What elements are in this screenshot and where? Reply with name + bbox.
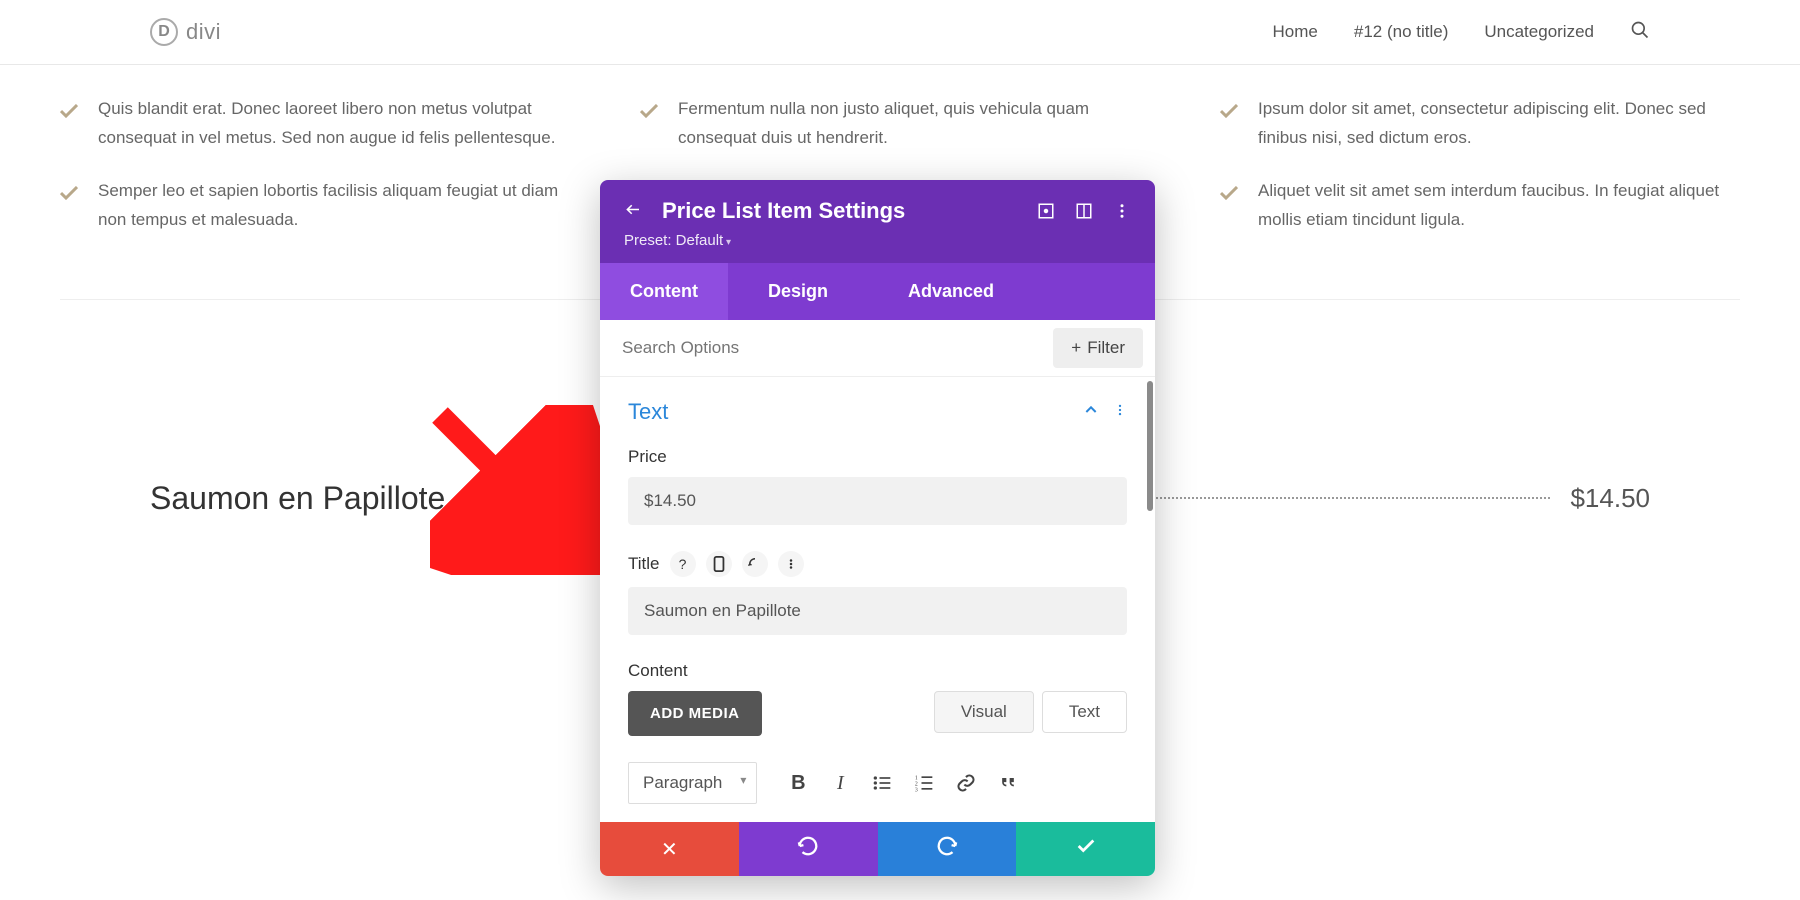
nav-12[interactable]: #12 (no title) — [1354, 22, 1449, 42]
back-icon[interactable] — [624, 202, 642, 220]
save-button[interactable] — [1016, 822, 1155, 876]
field-more-icon[interactable] — [778, 551, 804, 577]
italic-button[interactable]: I — [821, 764, 859, 802]
price-label: Price — [628, 447, 1127, 467]
feature-text: Ipsum dolor sit amet, consectetur adipis… — [1258, 95, 1740, 153]
main-nav: Home #12 (no title) Uncategorized — [1273, 20, 1650, 45]
bullet-list-button[interactable] — [863, 764, 901, 802]
logo-text: divi — [186, 19, 221, 45]
modal-footer: ✕ — [600, 822, 1155, 876]
svg-text:3: 3 — [915, 787, 918, 793]
filter-label: Filter — [1087, 338, 1125, 358]
responsive-icon[interactable] — [706, 551, 732, 577]
scrollbar[interactable] — [1147, 381, 1153, 511]
help-icon[interactable]: ? — [670, 551, 696, 577]
filter-button[interactable]: + Filter — [1053, 328, 1143, 368]
logo-badge-icon: D — [150, 18, 178, 46]
cancel-button[interactable]: ✕ — [600, 822, 739, 876]
close-icon: ✕ — [661, 837, 678, 862]
section-more-icon[interactable] — [1113, 403, 1127, 422]
editor-tab-visual[interactable]: Visual — [934, 691, 1034, 733]
settings-panel: Text Price Title ? Content ADD MEDIA Vis… — [600, 377, 1155, 822]
tab-advanced[interactable]: Advanced — [868, 263, 1034, 320]
tab-design[interactable]: Design — [728, 263, 868, 320]
feature-item: Aliquet velit sit amet sem interdum fauc… — [1220, 177, 1740, 235]
nav-home[interactable]: Home — [1273, 22, 1318, 42]
feature-item: Quis blandit erat. Donec laoreet libero … — [60, 95, 580, 153]
undo-icon — [797, 835, 819, 863]
check-icon — [1075, 835, 1097, 863]
modal-title: Price List Item Settings — [662, 198, 1017, 224]
add-media-button[interactable]: ADD MEDIA — [628, 691, 762, 736]
plus-icon: + — [1071, 338, 1081, 358]
feature-item: Semper leo et sapien lobortis facilisis … — [60, 177, 580, 235]
search-row: + Filter — [600, 320, 1155, 377]
quote-button[interactable] — [989, 764, 1027, 802]
editor-tab-text[interactable]: Text — [1042, 691, 1127, 733]
hover-icon[interactable] — [742, 551, 768, 577]
feature-item: Ipsum dolor sit amet, consectetur adipis… — [1220, 95, 1740, 153]
editor-toolbar: Paragraph B I 123 — [628, 754, 1127, 812]
bold-button[interactable]: B — [779, 764, 817, 802]
check-icon — [60, 99, 78, 153]
check-icon — [60, 181, 78, 235]
snap-icon[interactable] — [1075, 202, 1093, 220]
redo-icon — [936, 835, 958, 863]
feature-text: Aliquet velit sit amet sem interdum fauc… — [1258, 177, 1740, 235]
link-button[interactable] — [947, 764, 985, 802]
content-label: Content — [628, 661, 1127, 681]
feature-col-3: Ipsum dolor sit amet, consectetur adipis… — [1220, 95, 1740, 259]
menu-item-price: $14.50 — [1570, 483, 1650, 514]
check-icon — [1220, 181, 1238, 235]
feature-text: Semper leo et sapien lobortis facilisis … — [98, 177, 580, 235]
modal-header[interactable]: Price List Item Settings Preset: Default — [600, 180, 1155, 263]
numbered-list-button[interactable]: 123 — [905, 764, 943, 802]
logo[interactable]: D divi — [150, 18, 221, 46]
search-icon[interactable] — [1630, 20, 1650, 45]
format-select[interactable]: Paragraph — [628, 762, 757, 804]
modal-tabs: Content Design Advanced — [600, 263, 1155, 320]
more-icon[interactable] — [1113, 202, 1131, 220]
section-header[interactable]: Text — [628, 399, 1127, 425]
site-header: D divi Home #12 (no title) Uncategorized — [0, 0, 1800, 65]
check-icon — [1220, 99, 1238, 153]
feature-text: Fermentum nulla non justo aliquet, quis … — [678, 95, 1160, 153]
title-label-row: Title ? — [628, 551, 1127, 577]
nav-uncategorized[interactable]: Uncategorized — [1484, 22, 1594, 42]
search-options-input[interactable] — [600, 322, 1053, 374]
redo-button[interactable] — [878, 822, 1017, 876]
check-icon — [640, 99, 658, 153]
title-label: Title — [628, 554, 660, 574]
title-input[interactable] — [628, 587, 1127, 635]
price-input[interactable] — [628, 477, 1127, 525]
expand-icon[interactable] — [1037, 202, 1055, 220]
undo-button[interactable] — [739, 822, 878, 876]
feature-col-1: Quis blandit erat. Donec laoreet libero … — [60, 95, 580, 259]
section-title: Text — [628, 399, 668, 425]
feature-item: Fermentum nulla non justo aliquet, quis … — [640, 95, 1160, 153]
tab-content[interactable]: Content — [600, 263, 728, 320]
menu-item-title: Saumon en Papillote — [150, 480, 445, 517]
collapse-icon[interactable] — [1083, 402, 1099, 423]
preset-selector[interactable]: Preset: Default — [624, 232, 1131, 249]
settings-modal: Price List Item Settings Preset: Default… — [600, 180, 1155, 876]
feature-text: Quis blandit erat. Donec laoreet libero … — [98, 95, 580, 153]
